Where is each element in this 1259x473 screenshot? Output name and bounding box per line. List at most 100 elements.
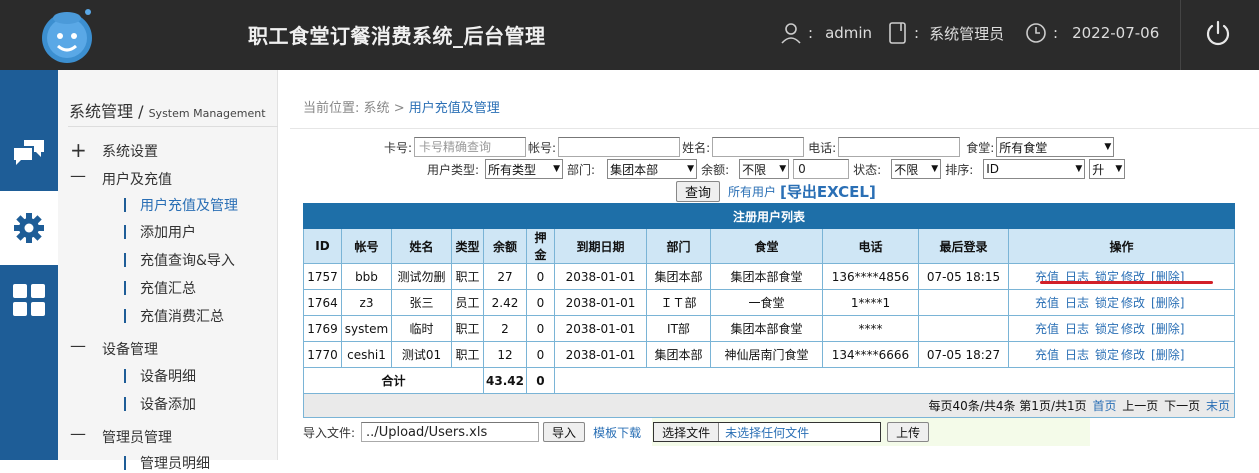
balance-operator-select[interactable]: 不限 ▼ (739, 159, 790, 179)
template-download-link[interactable]: 模板下载 (593, 424, 641, 441)
nav-dashboard[interactable] (0, 263, 58, 337)
upload-button[interactable]: 上传 (887, 422, 930, 442)
menu-item-user-recharge-manage[interactable]: 用户充值及管理 (124, 195, 238, 215)
divider (290, 128, 1259, 129)
nav-messages[interactable] (0, 116, 58, 190)
menu-item-admin-detail[interactable]: 管理员明细 (124, 453, 210, 473)
total-balance: 43.42 (483, 367, 527, 394)
col-last-login: 最后登录 (917, 228, 1009, 264)
side-menu: 系统管理 / System Management + 系统设置 — 用户及充值 … (58, 70, 278, 472)
col-id: ID (303, 228, 342, 264)
menu-group-system-settings[interactable]: 系统设置 (102, 141, 158, 161)
menu-group-user-recharge[interactable]: 用户及充值 (102, 169, 172, 189)
chevron-down-icon: ▼ (779, 164, 787, 174)
next-page[interactable]: 下一页 (1164, 399, 1200, 413)
total-deposit: 0 (525, 367, 555, 394)
row-actions: 充值 日志 锁定 修改 [删除] (1007, 289, 1236, 316)
name-input[interactable] (712, 137, 805, 157)
menu-item-device-detail[interactable]: 设备明细 (124, 366, 196, 386)
import-button[interactable]: 导入 (543, 422, 586, 442)
col-ops: 操作 (1007, 228, 1236, 264)
table-header: ID 帐号 姓名 类型 余额 押金 到期日期 部门 食堂 电话 最后登录 操作 (303, 228, 1236, 264)
prev-page[interactable]: 上一页 (1122, 399, 1158, 413)
department-select[interactable]: 集团本部 ▼ (607, 159, 698, 179)
table-row: 1770 ceshi1 测试01 职工 12 0 2038-01-01 集团本部 神仙居南门食堂… (303, 341, 1236, 368)
account-input[interactable] (558, 137, 681, 157)
canteen-select[interactable]: 所有食堂 ▼ (996, 137, 1115, 157)
menu-item-device-add[interactable]: 设备添加 (124, 394, 196, 414)
user-role: : 系统管理员 (888, 22, 1004, 44)
menu-item-recharge-query[interactable]: 充值查询&导入 (124, 250, 235, 270)
menu-group-device[interactable]: 设备管理 (102, 339, 158, 359)
current-date: : 2022-07-06 (1025, 22, 1159, 44)
menu-item-consume-summary[interactable]: 充值消费汇总 (124, 306, 224, 326)
divider (68, 126, 278, 127)
log-link[interactable]: 日志 (1065, 348, 1089, 362)
first-page-link[interactable]: 首页 (1092, 399, 1116, 413)
row-actions: 充值 日志 锁定 修改 [删除] (1007, 341, 1236, 368)
log-link[interactable]: 日志 (1065, 322, 1089, 336)
status-select[interactable]: 不限 ▼ (891, 159, 942, 179)
recharge-link[interactable]: 充值 (1035, 322, 1059, 336)
col-account: 帐号 (341, 228, 392, 264)
delete-link[interactable]: [删除] (1151, 296, 1184, 310)
user-type-select[interactable]: 所有类型 ▼ (485, 159, 564, 179)
clock-icon (1026, 23, 1046, 43)
file-picker[interactable]: 选择文件 未选择任何文件 (653, 422, 882, 442)
total-label: 合计 (303, 367, 484, 394)
choose-file-button[interactable]: 选择文件 (654, 423, 720, 441)
lock-link[interactable]: 锁定 (1095, 322, 1119, 336)
pager-info: 每页40条/共4条 第1页/共1页 (928, 399, 1087, 413)
nav-settings[interactable] (0, 191, 58, 265)
pager-row: 每页40条/共4条 第1页/共1页 首页 上一页 下一页 末页 (303, 393, 1235, 418)
col-name: 姓名 (391, 228, 452, 264)
current-user[interactable]: : admin (780, 22, 872, 44)
no-file-text: 未选择任何文件 (725, 425, 810, 440)
breadcrumb: 当前位置: 系统 > 用户充值及管理 (303, 101, 500, 116)
menu-item-recharge-summary[interactable]: 充值汇总 (124, 278, 196, 298)
recharge-link[interactable]: 充值 (1035, 296, 1059, 310)
lock-link[interactable]: 锁定 (1095, 296, 1119, 310)
edit-link[interactable]: 修改 (1121, 348, 1145, 362)
chevron-down-icon: ▼ (931, 164, 939, 174)
grid-icon (13, 284, 45, 316)
col-phone: 电话 (821, 228, 919, 264)
last-page-link[interactable]: 末页 (1206, 399, 1230, 413)
import-path-input[interactable] (361, 422, 540, 442)
recharge-link[interactable]: 充值 (1035, 348, 1059, 362)
divider (1180, 0, 1181, 70)
table-caption: 注册用户列表 (303, 203, 1235, 229)
export-excel-link[interactable]: [导出EXCEL] (780, 181, 876, 202)
query-button[interactable]: 查询 (676, 181, 721, 202)
log-link[interactable]: 日志 (1065, 296, 1089, 310)
sort-field-select[interactable]: ID ▼ (983, 159, 1086, 179)
chevron-down-icon: ▼ (1115, 164, 1123, 174)
username: admin (825, 24, 873, 42)
all-users-link[interactable]: 所有用户 (728, 183, 776, 200)
sort-order-select[interactable]: 升 ▼ (1089, 159, 1126, 179)
delete-link[interactable]: [删除] (1151, 348, 1184, 362)
edit-link[interactable]: 修改 (1121, 296, 1145, 310)
date-sep: : (1053, 24, 1059, 42)
top-bar: 职工食堂订餐消费系统_后台管理 : admin : 系统管理员 : 2022-0… (0, 0, 1259, 70)
breadcrumb-root[interactable]: 系统 (364, 101, 390, 116)
menu-item-add-user[interactable]: 添加用户 (124, 222, 196, 242)
plus-icon: + (70, 138, 87, 162)
phone-input[interactable] (838, 137, 961, 157)
logo (36, 4, 98, 66)
menu-title: 系统管理 / System Management (69, 102, 266, 121)
lock-link[interactable]: 锁定 (1095, 348, 1119, 362)
menu-group-admin[interactable]: 管理员管理 (102, 427, 172, 447)
table-row: 1757 bbb 测试勿删 职工 27 0 2038-01-01 集团本部 集团本部食堂 136*… (303, 263, 1236, 290)
gear-icon (14, 213, 44, 243)
card-number-input[interactable] (414, 137, 527, 157)
logout-button[interactable] (1204, 19, 1232, 51)
icon-sidebar (0, 70, 58, 460)
minus-icon: — (70, 424, 86, 443)
edit-link[interactable]: 修改 (1121, 322, 1145, 336)
import-row: 导入文件: 导入 模板下载 选择文件 未选择任何文件 上传 (303, 422, 930, 442)
balance-input[interactable] (793, 159, 850, 179)
delete-link[interactable]: [删除] (1151, 322, 1184, 336)
chevron-down-icon: ▼ (687, 164, 695, 174)
table-row: 1764 z3 张三 员工 2.42 0 2038-01-01 ＩＴ部 一食堂 1****1 充值… (303, 289, 1236, 316)
